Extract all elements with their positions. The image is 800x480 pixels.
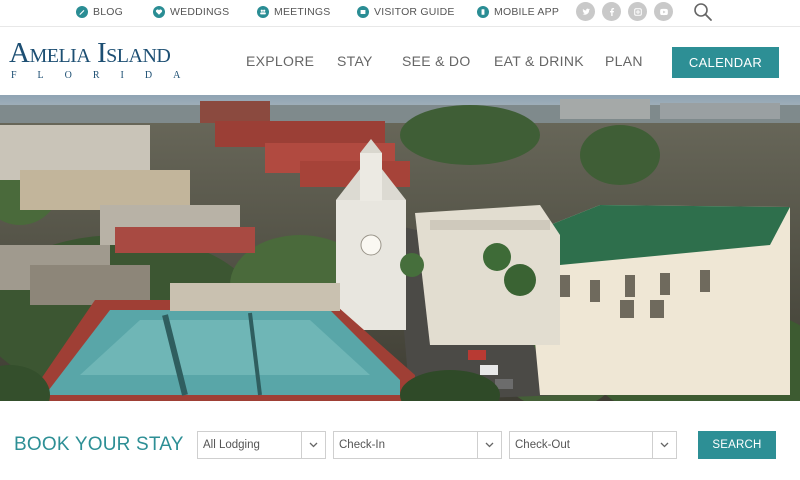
brand-name: Amelia Island (9, 37, 171, 69)
people-icon (257, 6, 269, 18)
brand-logo[interactable]: Amelia Island FLORIDA (9, 38, 209, 88)
check-in-field[interactable]: Check-In (333, 431, 502, 459)
check-out-placeholder: Check-Out (515, 439, 570, 451)
twitter-icon[interactable] (576, 2, 595, 21)
youtube-icon[interactable] (654, 2, 673, 21)
nav-see-and-do[interactable]: SEE & DO (402, 53, 471, 69)
instagram-icon[interactable] (628, 2, 647, 21)
lodging-select[interactable]: All Lodging (197, 431, 326, 459)
hero-image (0, 95, 800, 401)
pencil-icon (76, 6, 88, 18)
nav-stay[interactable]: STAY (337, 53, 373, 69)
search-icon[interactable] (692, 1, 714, 23)
phone-icon (477, 6, 489, 18)
utility-link-label: VISITOR GUIDE (374, 6, 455, 18)
nav-eat-and-drink[interactable]: EAT & DRINK (494, 53, 584, 69)
calendar-button[interactable]: CALENDAR (672, 47, 779, 78)
chevron-down-icon (652, 432, 676, 458)
nav-explore[interactable]: EXPLORE (246, 53, 314, 69)
utility-link-label: MEETINGS (274, 6, 331, 18)
utility-link-label: WEDDINGS (170, 6, 230, 18)
booking-title: BOOK YOUR STAY (14, 434, 184, 455)
heart-icon (153, 6, 165, 18)
lodging-select-value: All Lodging (203, 439, 260, 451)
utility-link-blog[interactable]: BLOG (76, 4, 123, 20)
aerial-town-photo (0, 95, 800, 401)
utility-link-label: BLOG (93, 6, 123, 18)
nav-plan[interactable]: PLAN (605, 53, 643, 69)
utility-link-mobile-app[interactable]: MOBILE APP (477, 4, 559, 20)
chevron-down-icon (301, 432, 325, 458)
search-button[interactable]: SEARCH (698, 431, 776, 459)
utility-link-weddings[interactable]: WEDDINGS (153, 4, 229, 20)
facebook-icon[interactable] (602, 2, 621, 21)
chevron-down-icon (477, 432, 501, 458)
utility-link-meetings[interactable]: MEETINGS (257, 4, 330, 20)
brand-subtitle: FLORIDA (11, 70, 202, 81)
utility-link-visitor-guide[interactable]: VISITOR GUIDE (357, 4, 455, 20)
utility-link-label: MOBILE APP (494, 6, 560, 18)
check-in-placeholder: Check-In (339, 439, 386, 451)
main-header: Amelia Island FLORIDA EXPLORE STAY SEE &… (0, 26, 800, 95)
booking-bar: BOOK YOUR STAY All Lodging Check-In Chec… (0, 401, 800, 480)
book-icon (357, 6, 369, 18)
check-out-field[interactable]: Check-Out (509, 431, 677, 459)
utility-bar: BLOG WEDDINGS MEETINGS VISITOR GUIDE MOB… (0, 0, 800, 26)
